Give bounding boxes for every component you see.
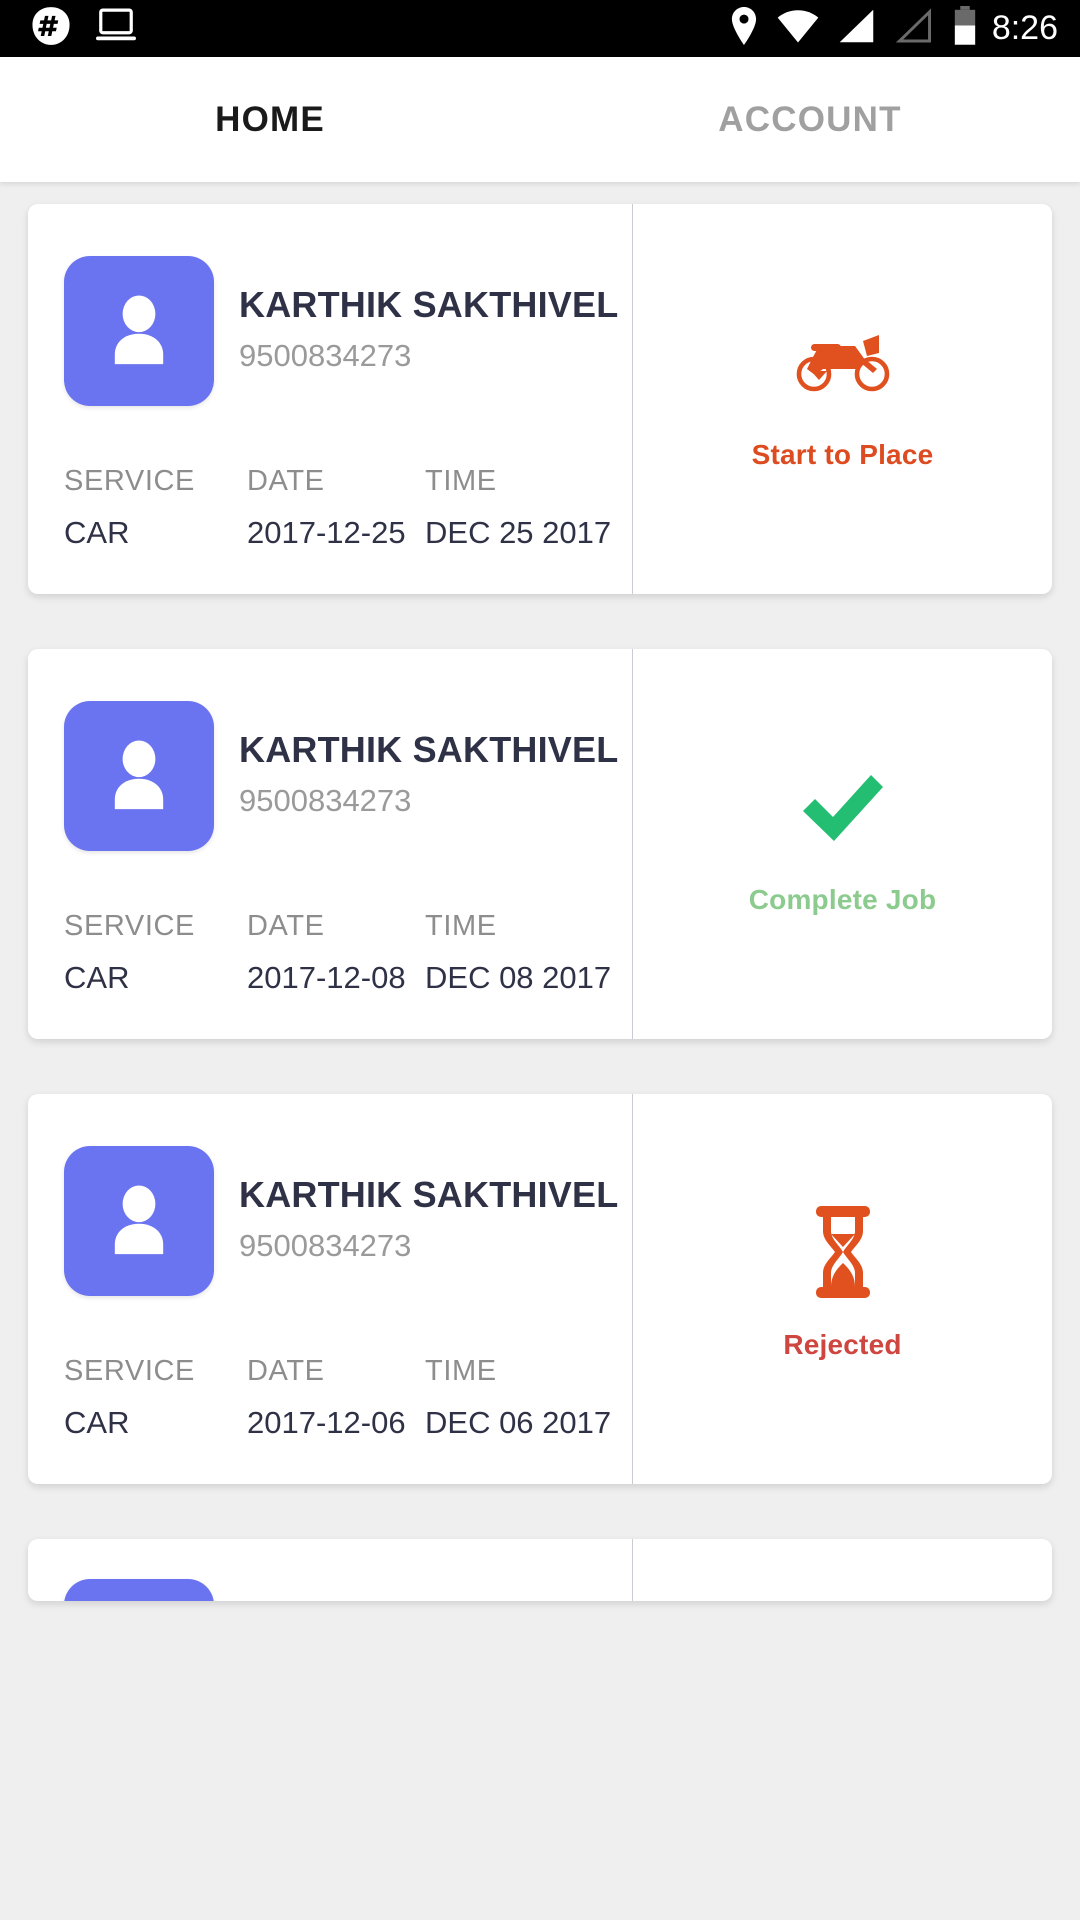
- meta-service: SERVICE CAR: [64, 910, 247, 995]
- job-action-label: Complete Job: [748, 884, 937, 915]
- hourglass-icon: [812, 1206, 874, 1298]
- job-customer: KARTHIK SAKTHIVEL 9500834273: [64, 701, 632, 851]
- person-icon: [114, 740, 164, 810]
- customer-phone: 9500834273: [239, 337, 412, 373]
- job-customer: KARTHIK SAKTHIVEL 9500834273: [64, 256, 632, 406]
- meta-value-time: DEC 08 2017: [425, 959, 612, 995]
- meta-value-date: 2017-12-08: [247, 959, 406, 995]
- job-action-complete-job[interactable]: Complete Job: [632, 649, 1052, 1039]
- status-bar: 8:26: [0, 0, 1080, 57]
- customer-info: KARTHIK SAKTHIVEL 9500834273: [239, 285, 618, 377]
- signal-empty-icon: [895, 8, 933, 49]
- customer-info: KARTHIK SAKTHIVEL 9500834273: [239, 1175, 618, 1267]
- meta-time: TIME DEC 25 2017: [425, 465, 625, 550]
- job-card[interactable]: KARTHIK SAKTHIVEL 9500834273 SERVICE CAR…: [28, 649, 1052, 1039]
- meta-date: DATE 2017-12-08: [247, 910, 425, 995]
- meta-time: TIME DEC 06 2017: [425, 1355, 625, 1440]
- meta-label-date: DATE: [247, 910, 325, 942]
- customer-info: KARTHIK SAKTHIVEL 9500834273: [239, 730, 618, 822]
- meta-date: DATE 2017-12-25: [247, 465, 425, 550]
- laptop-icon: [94, 6, 138, 51]
- customer-phone: 9500834273: [239, 782, 412, 818]
- job-card[interactable]: [28, 1539, 1052, 1601]
- avatar: [64, 1146, 214, 1296]
- job-card-details: KARTHIK SAKTHIVEL 9500834273 SERVICE CAR…: [28, 204, 632, 594]
- meta-label-time: TIME: [425, 1355, 497, 1387]
- customer-phone: 9500834273: [239, 1227, 412, 1263]
- hashtag-app-icon: [30, 5, 72, 52]
- signal-full-icon: [838, 8, 876, 49]
- customer-name: KARTHIK SAKTHIVEL: [239, 284, 619, 326]
- job-list[interactable]: KARTHIK SAKTHIVEL 9500834273 SERVICE CAR…: [0, 182, 1080, 1920]
- meta-value-time: DEC 25 2017: [425, 514, 612, 550]
- meta-value-date: 2017-12-25: [247, 514, 406, 550]
- status-bar-right-icons: [730, 6, 978, 51]
- meta-label-time: TIME: [425, 910, 497, 942]
- job-card-details: KARTHIK SAKTHIVEL 9500834273 SERVICE CAR…: [28, 649, 632, 1039]
- meta-label-service: SERVICE: [64, 465, 195, 497]
- meta-value-service: CAR: [64, 959, 130, 995]
- tab-account[interactable]: ACCOUNT: [540, 100, 1080, 140]
- person-icon: [114, 295, 164, 365]
- wifi-icon: [777, 8, 819, 49]
- job-card-details: [28, 1539, 632, 1601]
- battery-icon: [952, 6, 978, 51]
- meta-value-date: 2017-12-06: [247, 1404, 406, 1440]
- job-meta-row: SERVICE CAR DATE 2017-12-25 TIME DEC 25 …: [64, 465, 632, 550]
- meta-service: SERVICE CAR: [64, 1355, 247, 1440]
- job-action-label: Start to Place: [751, 439, 934, 470]
- avatar: [64, 1579, 214, 1601]
- job-meta-row: SERVICE CAR DATE 2017-12-08 TIME DEC 08 …: [64, 910, 632, 995]
- job-action-start-to-place[interactable]: Start to Place: [632, 204, 1052, 594]
- location-pin-icon: [730, 7, 758, 50]
- tab-home[interactable]: HOME: [0, 100, 540, 140]
- job-card[interactable]: KARTHIK SAKTHIVEL 9500834273 SERVICE CAR…: [28, 1094, 1052, 1484]
- job-card[interactable]: KARTHIK SAKTHIVEL 9500834273 SERVICE CAR…: [28, 204, 1052, 594]
- meta-value-time: DEC 06 2017: [425, 1404, 612, 1440]
- customer-name: KARTHIK SAKTHIVEL: [239, 729, 619, 771]
- app-screen: 8:26 HOME ACCOUNT KARTHIK SAKTHIVEL 9500…: [0, 0, 1080, 1920]
- meta-value-service: CAR: [64, 1404, 130, 1440]
- meta-date: DATE 2017-12-06: [247, 1355, 425, 1440]
- avatar: [64, 256, 214, 406]
- meta-label-date: DATE: [247, 465, 325, 497]
- person-icon: [114, 1185, 164, 1255]
- job-action[interactable]: [632, 1539, 1052, 1601]
- status-bar-left-icons: [30, 5, 138, 52]
- checkmark-icon: [795, 764, 891, 850]
- avatar: [64, 701, 214, 851]
- meta-label-time: TIME: [425, 465, 497, 497]
- job-customer: KARTHIK SAKTHIVEL 9500834273: [64, 1146, 632, 1296]
- meta-service: SERVICE CAR: [64, 465, 247, 550]
- meta-time: TIME DEC 08 2017: [425, 910, 625, 995]
- meta-label-date: DATE: [247, 1355, 325, 1387]
- motorcycle-icon: [793, 319, 893, 405]
- job-customer: [64, 1579, 632, 1601]
- meta-value-service: CAR: [64, 514, 130, 550]
- tab-bar: HOME ACCOUNT: [0, 57, 1080, 182]
- job-action-rejected[interactable]: Rejected: [632, 1094, 1052, 1484]
- job-card-details: KARTHIK SAKTHIVEL 9500834273 SERVICE CAR…: [28, 1094, 632, 1484]
- job-meta-row: SERVICE CAR DATE 2017-12-06 TIME DEC 06 …: [64, 1355, 632, 1440]
- job-action-label: Rejected: [783, 1329, 902, 1360]
- status-bar-clock: 8:26: [991, 9, 1058, 47]
- meta-label-service: SERVICE: [64, 910, 195, 942]
- customer-name: KARTHIK SAKTHIVEL: [239, 1174, 619, 1216]
- meta-label-service: SERVICE: [64, 1355, 195, 1387]
